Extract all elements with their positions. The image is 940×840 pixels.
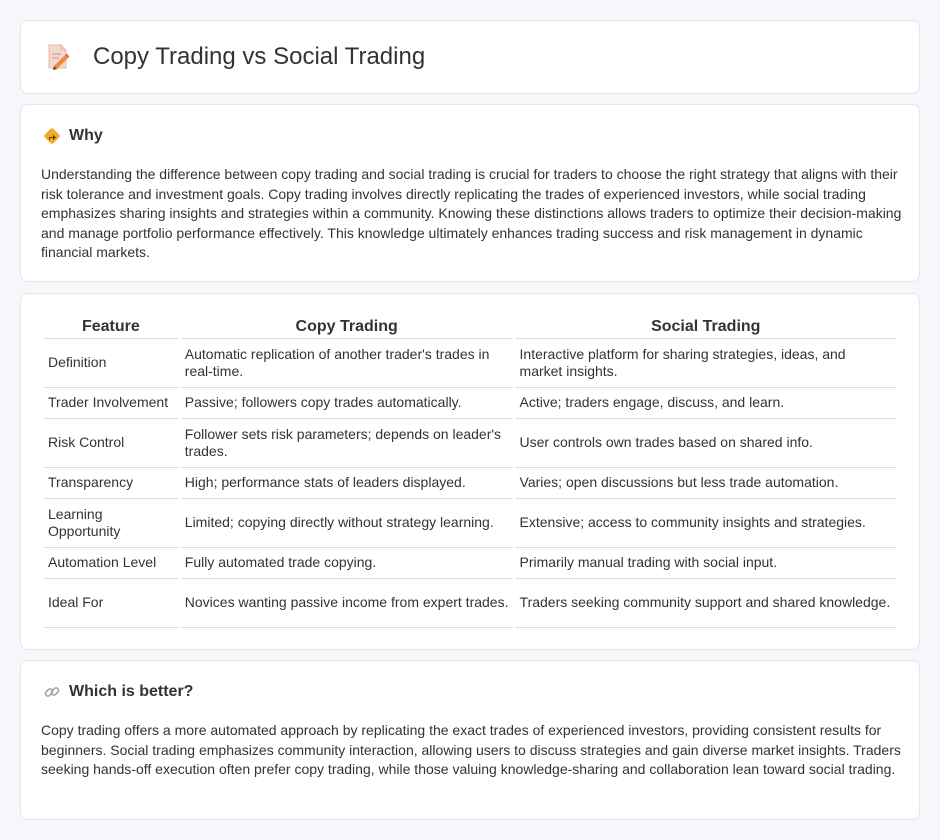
feature-cell: Definition	[44, 339, 178, 388]
copy-trading-cell: Limited; copying directly without strate…	[180, 499, 513, 548]
feature-cell: Ideal For	[44, 579, 178, 628]
comparison-section: Feature Copy Trading Social Trading Defi…	[20, 293, 920, 650]
better-heading: Which is better?	[43, 683, 193, 701]
table-row: Transparency High; performance stats of …	[44, 468, 896, 499]
feature-cell: Trader Involvement	[44, 388, 178, 419]
better-title: Which is better?	[69, 683, 194, 700]
copy-trading-cell: Passive; followers copy trades automatic…	[180, 388, 513, 419]
copy-trading-cell: Automatic replication of another trader'…	[180, 339, 513, 388]
why-section: Why Understanding the difference between…	[20, 104, 920, 282]
table-header-row: Feature Copy Trading Social Trading	[44, 315, 896, 339]
header-social-trading: Social Trading	[515, 315, 896, 339]
diamond-signpost-icon	[43, 127, 61, 145]
table-row: Risk Control Follower sets risk paramete…	[44, 419, 896, 468]
feature-cell: Risk Control	[44, 419, 178, 468]
copy-trading-cell: Follower sets risk parameters; depends o…	[180, 419, 513, 468]
title-card: Copy Trading vs Social Trading	[20, 20, 920, 94]
link-icon	[43, 683, 61, 701]
feature-cell: Automation Level	[44, 548, 178, 579]
copy-trading-cell: Fully automated trade copying.	[180, 548, 513, 579]
comparison-table: Feature Copy Trading Social Trading Defi…	[41, 315, 899, 628]
title-row: Copy Trading vs Social Trading	[45, 43, 425, 71]
social-trading-cell: User controls own trades based on shared…	[515, 419, 896, 468]
feature-cell: Transparency	[44, 468, 178, 499]
header-feature: Feature	[44, 315, 178, 339]
feature-cell: Learning Opportunity	[44, 499, 178, 548]
table-row: Definition Automatic replication of anot…	[44, 339, 896, 388]
why-text: Understanding the difference between cop…	[41, 166, 902, 260]
table-row: Automation Level Fully automated trade c…	[44, 548, 896, 579]
table-row: Ideal For Novices wanting passive income…	[44, 579, 896, 628]
why-heading: Why	[43, 127, 103, 145]
social-trading-cell: Interactive platform for sharing strateg…	[515, 339, 896, 388]
document-pencil-icon	[45, 43, 71, 71]
table-row: Learning Opportunity Limited; copying di…	[44, 499, 896, 548]
better-text: Copy trading offers a more automated app…	[41, 722, 901, 777]
copy-trading-cell: Novices wanting passive income from expe…	[180, 579, 513, 628]
copy-trading-cell: High; performance stats of leaders displ…	[180, 468, 513, 499]
social-trading-cell: Extensive; access to community insights …	[515, 499, 896, 548]
table-row: Trader Involvement Passive; followers co…	[44, 388, 896, 419]
which-is-better-section: Which is better? Copy trading offers a m…	[20, 660, 920, 820]
social-trading-cell: Varies; open discussions but less trade …	[515, 468, 896, 499]
social-trading-cell: Active; traders engage, discuss, and lea…	[515, 388, 896, 419]
why-title: Why	[69, 127, 103, 144]
social-trading-cell: Primarily manual trading with social inp…	[515, 548, 896, 579]
header-copy-trading: Copy Trading	[180, 315, 513, 339]
page-title: Copy Trading vs Social Trading	[93, 43, 426, 70]
social-trading-cell: Traders seeking community support and sh…	[515, 579, 896, 628]
